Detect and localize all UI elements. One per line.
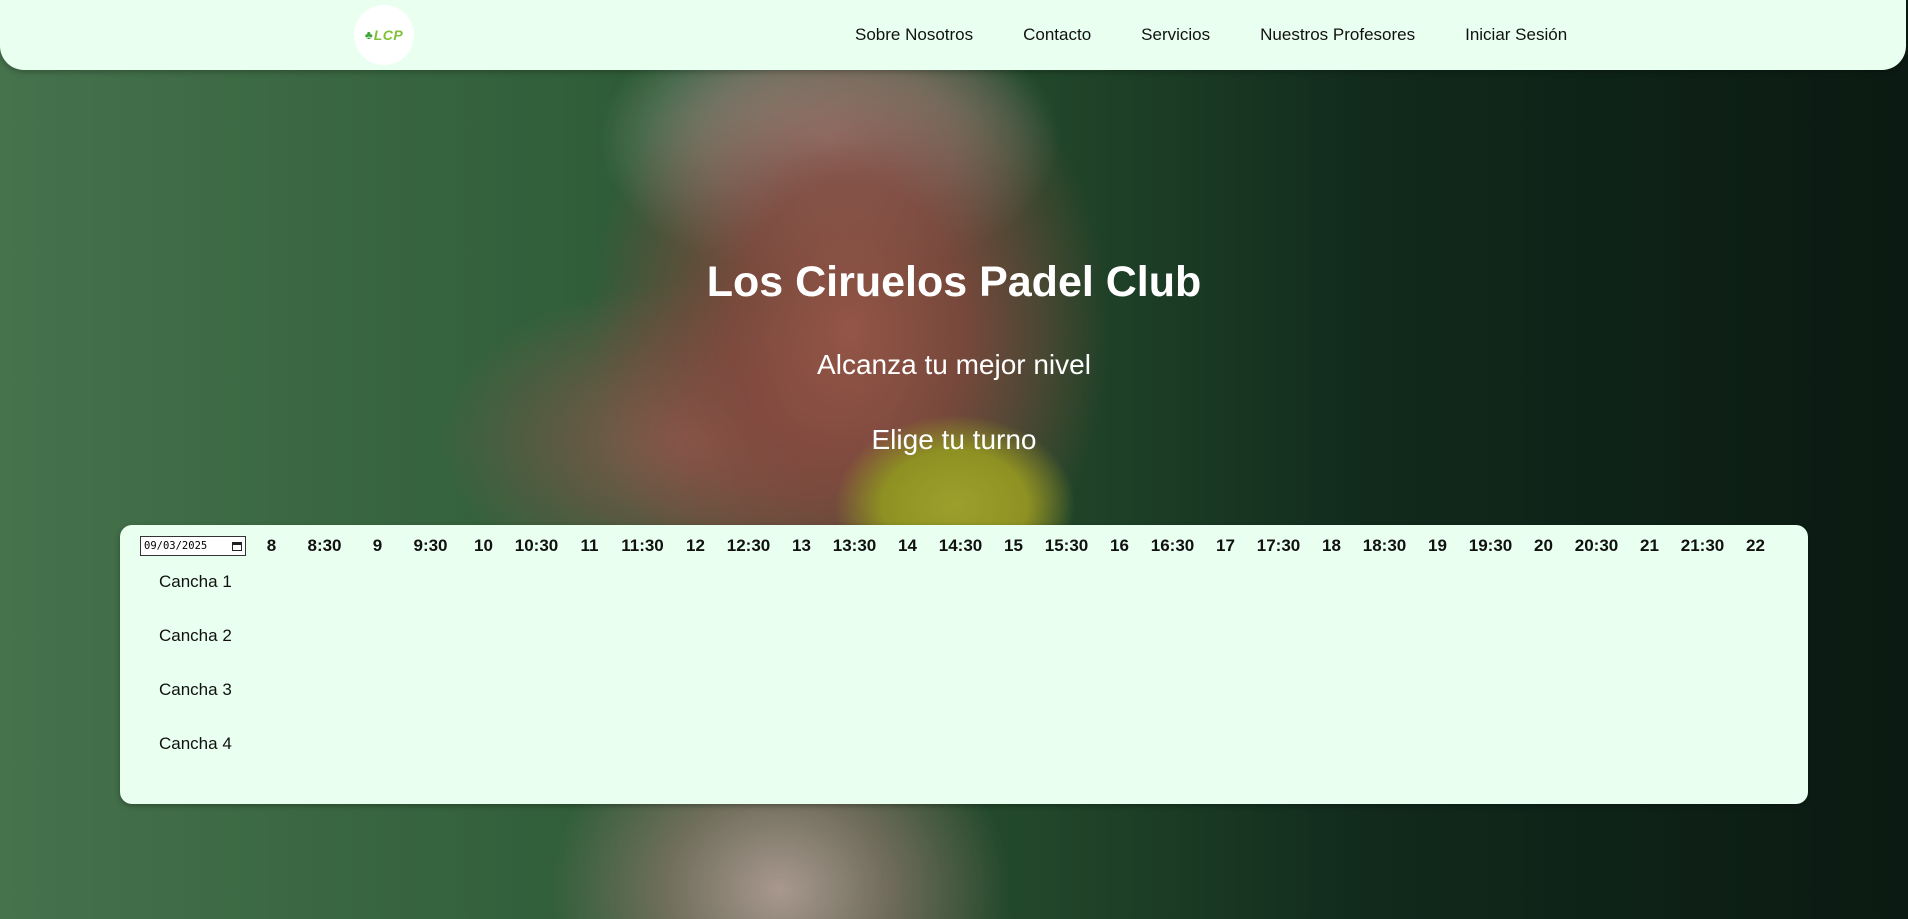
time-slot-label: 8 (266, 536, 277, 555)
club-logo[interactable]: ♣ LCP (354, 5, 414, 65)
nav-link-servicios[interactable]: Servicios (1141, 25, 1210, 45)
time-slot-label: 14 (898, 536, 917, 555)
time-slot-label: 16 (1110, 536, 1129, 555)
time-slot-label: 13:30 (832, 536, 877, 555)
court-label-1: Cancha 1 (159, 572, 232, 591)
time-slot-label: 17:30 (1256, 536, 1301, 555)
time-slot-label: 21 (1640, 536, 1659, 555)
time-slot-label: 15 (1004, 536, 1023, 555)
time-slot-label: 21:30 (1680, 536, 1725, 555)
court-label-3: Cancha 3 (159, 680, 232, 699)
date-input[interactable]: 09/03/2025 (140, 536, 246, 556)
time-slot-label: 12 (686, 536, 705, 555)
booking-panel: 09/03/2025 8 8:30 9 9:30 10 10:30 11 11:… (120, 525, 1808, 804)
time-slot-label: 8:30 (307, 536, 342, 555)
leaf-icon: ♣ (364, 28, 373, 42)
time-slot-label: 15:30 (1044, 536, 1089, 555)
court-label-4: Cancha 4 (159, 734, 232, 753)
court-label-2: Cancha 2 (159, 626, 232, 645)
time-slot-label: 13 (792, 536, 811, 555)
time-slot-label: 20:30 (1574, 536, 1619, 555)
time-slot-label: 11 (580, 536, 599, 555)
time-slot-label: 12:30 (726, 536, 771, 555)
time-slot-label: 9 (372, 536, 383, 555)
time-slot-label: 19 (1428, 536, 1447, 555)
time-slot-label: 17 (1216, 536, 1235, 555)
hero-cta-text: Elige tu turno (871, 424, 1037, 455)
nav-link-contacto[interactable]: Contacto (1023, 25, 1091, 45)
time-slot-label: 18 (1322, 536, 1341, 555)
logo-text: LCP (373, 27, 404, 43)
time-slot-label: 14:30 (938, 536, 983, 555)
time-slot-label: 18:30 (1362, 536, 1407, 555)
time-slot-label: 9:30 (413, 536, 448, 555)
date-value: 09/03/2025 (144, 540, 208, 552)
nav-link-iniciar-sesion[interactable]: Iniciar Sesión (1465, 25, 1567, 45)
calendar-icon[interactable] (232, 541, 242, 551)
navbar: ♣ LCP Sobre Nosotros Contacto Servicios … (0, 0, 1906, 70)
nav-link-sobre-nosotros[interactable]: Sobre Nosotros (855, 25, 973, 45)
hero-subtitle: Alcanza tu mejor nivel (817, 349, 1091, 380)
time-slot-label: 10:30 (514, 536, 559, 555)
hero-title: Los Ciruelos Padel Club (706, 258, 1202, 306)
time-slot-label: 19:30 (1468, 536, 1513, 555)
time-slot-label: 16:30 (1150, 536, 1195, 555)
time-slot-label: 10 (474, 536, 493, 555)
time-slot-label: 22 (1746, 536, 1765, 555)
time-slot-label: 11:30 (621, 536, 664, 555)
time-slot-label: 20 (1534, 536, 1553, 555)
time-slot-header: 8 8:30 9 9:30 10 10:30 11 11:30 12 12:30… (245, 534, 1782, 558)
nav-links: Sobre Nosotros Contacto Servicios Nuestr… (855, 0, 1567, 70)
nav-link-profesores[interactable]: Nuestros Profesores (1260, 25, 1415, 45)
